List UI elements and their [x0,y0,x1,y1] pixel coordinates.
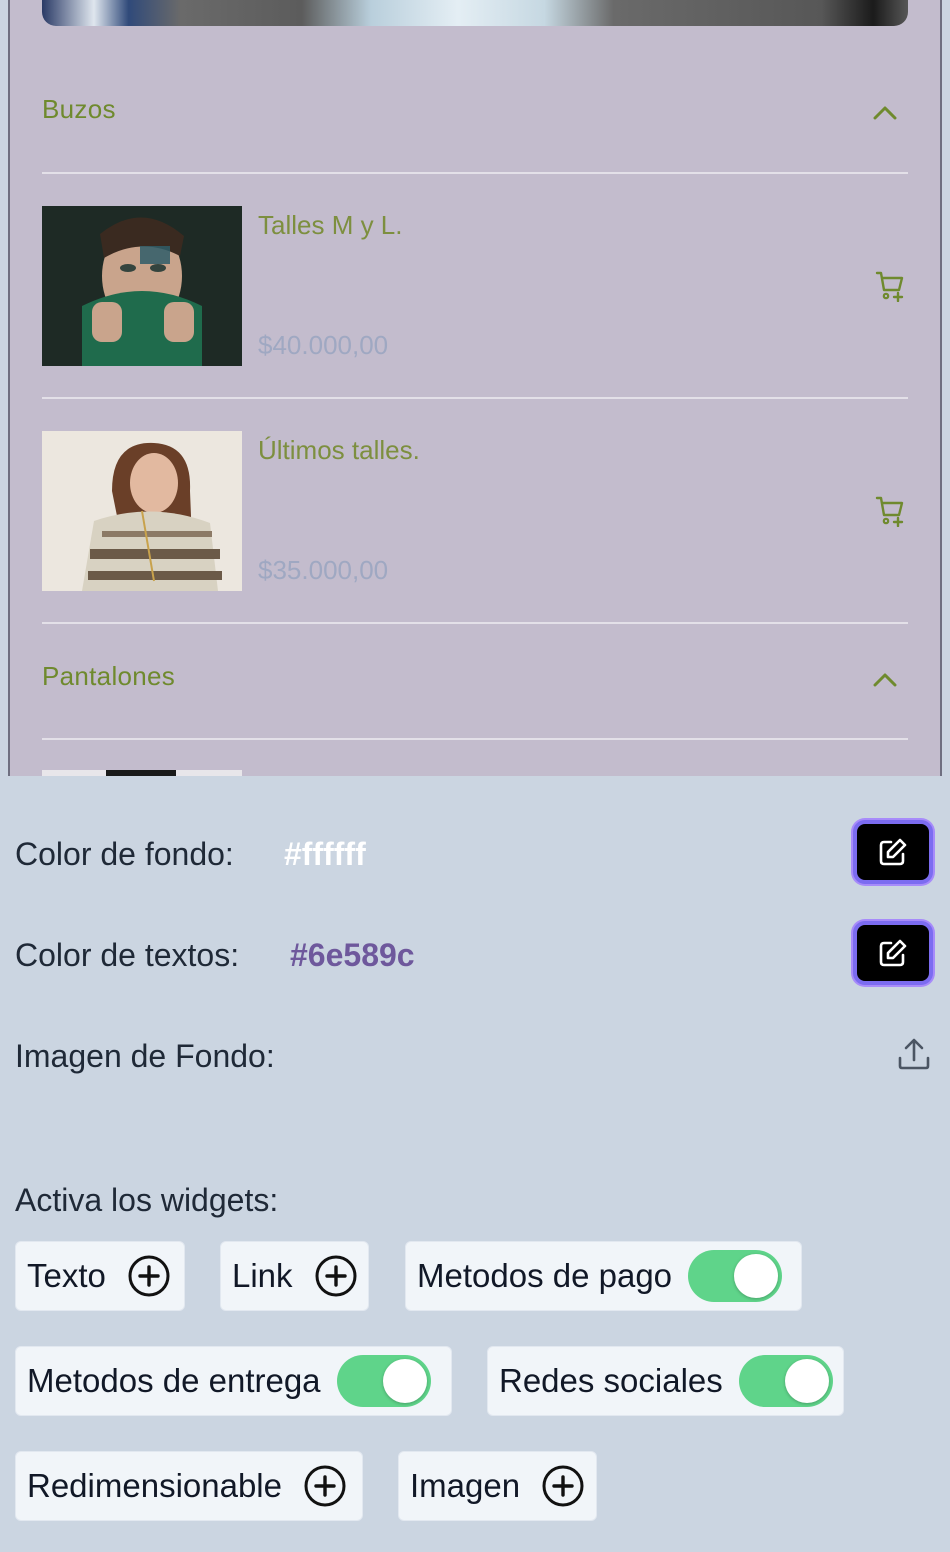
edit-icon [879,838,907,866]
chevron-up-icon[interactable] [870,98,900,128]
section-header-buzos[interactable]: Buzos [42,94,908,134]
section-title: Buzos [42,94,116,124]
widget-redes-sociales[interactable]: Redes sociales [487,1346,844,1416]
widget-redimensionable[interactable]: Redimensionable [15,1451,363,1521]
divider [42,172,908,174]
widget-label: Metodos de pago [417,1257,673,1294]
widgets-label: Activa los widgets: [15,1182,279,1218]
toggle-switch[interactable] [336,1355,431,1407]
widget-label: Redimensionable [27,1467,282,1504]
edit-icon [879,939,907,967]
widget-texto[interactable]: Texto [15,1241,185,1311]
bg-color-value: #ffffff [284,836,366,872]
divider [42,397,908,399]
widget-label: Imagen [410,1467,521,1504]
widget-label: Metodos de entrega [27,1362,321,1399]
plus-circle-icon[interactable] [302,1463,348,1509]
product-card[interactable]: Últimos talles. $35.000,00 [42,431,908,591]
edit-text-color-button[interactable] [853,921,933,985]
cart-plus-icon[interactable] [874,493,908,527]
widget-link[interactable]: Link [220,1241,369,1311]
store-preview: Buzos Talles M y L. $40.000,00 Últimos t… [8,0,942,776]
product-image [42,206,242,366]
product-image [42,431,242,591]
widget-metodos-de-entrega[interactable]: Metodos de entrega [15,1346,452,1416]
plus-circle-icon[interactable] [313,1253,359,1299]
text-color-label: Color de textos: [15,937,240,973]
chevron-up-icon[interactable] [870,665,900,695]
toggle-switch[interactable] [738,1355,833,1407]
product-title: Últimos talles. [258,435,420,465]
section-title: Pantalones [42,661,176,691]
widget-label: Redes sociales [499,1362,723,1399]
bg-image-label: Imagen de Fondo: [15,1038,275,1074]
widget-label: Link [232,1257,293,1294]
widget-imagen[interactable]: Imagen [398,1451,597,1521]
plus-circle-icon[interactable] [126,1253,172,1299]
product-title: Talles M y L. [258,210,403,240]
upload-icon[interactable] [896,1036,932,1072]
edit-bg-color-button[interactable] [853,820,933,884]
product-card[interactable]: Talles M y L. $40.000,00 [42,206,908,366]
section-header-pantalones[interactable]: Pantalones [42,661,908,701]
bg-color-label: Color de fondo: [15,836,234,872]
cart-plus-icon[interactable] [874,268,908,302]
toggle-switch[interactable] [688,1250,783,1302]
widget-metodos-de-pago[interactable]: Metodos de pago [405,1241,802,1311]
divider [42,738,908,740]
product-price: $40.000,00 [258,330,389,360]
product-price: $35.000,00 [258,555,389,585]
hero-image [42,0,908,26]
widget-label: Texto [27,1257,106,1294]
theme-settings-panel: Color de fondo: #ffffff Color de textos:… [0,784,950,1552]
text-color-value: #6e589c [290,937,415,973]
divider [42,622,908,624]
plus-circle-icon[interactable] [540,1463,586,1509]
product-image [42,770,242,776]
